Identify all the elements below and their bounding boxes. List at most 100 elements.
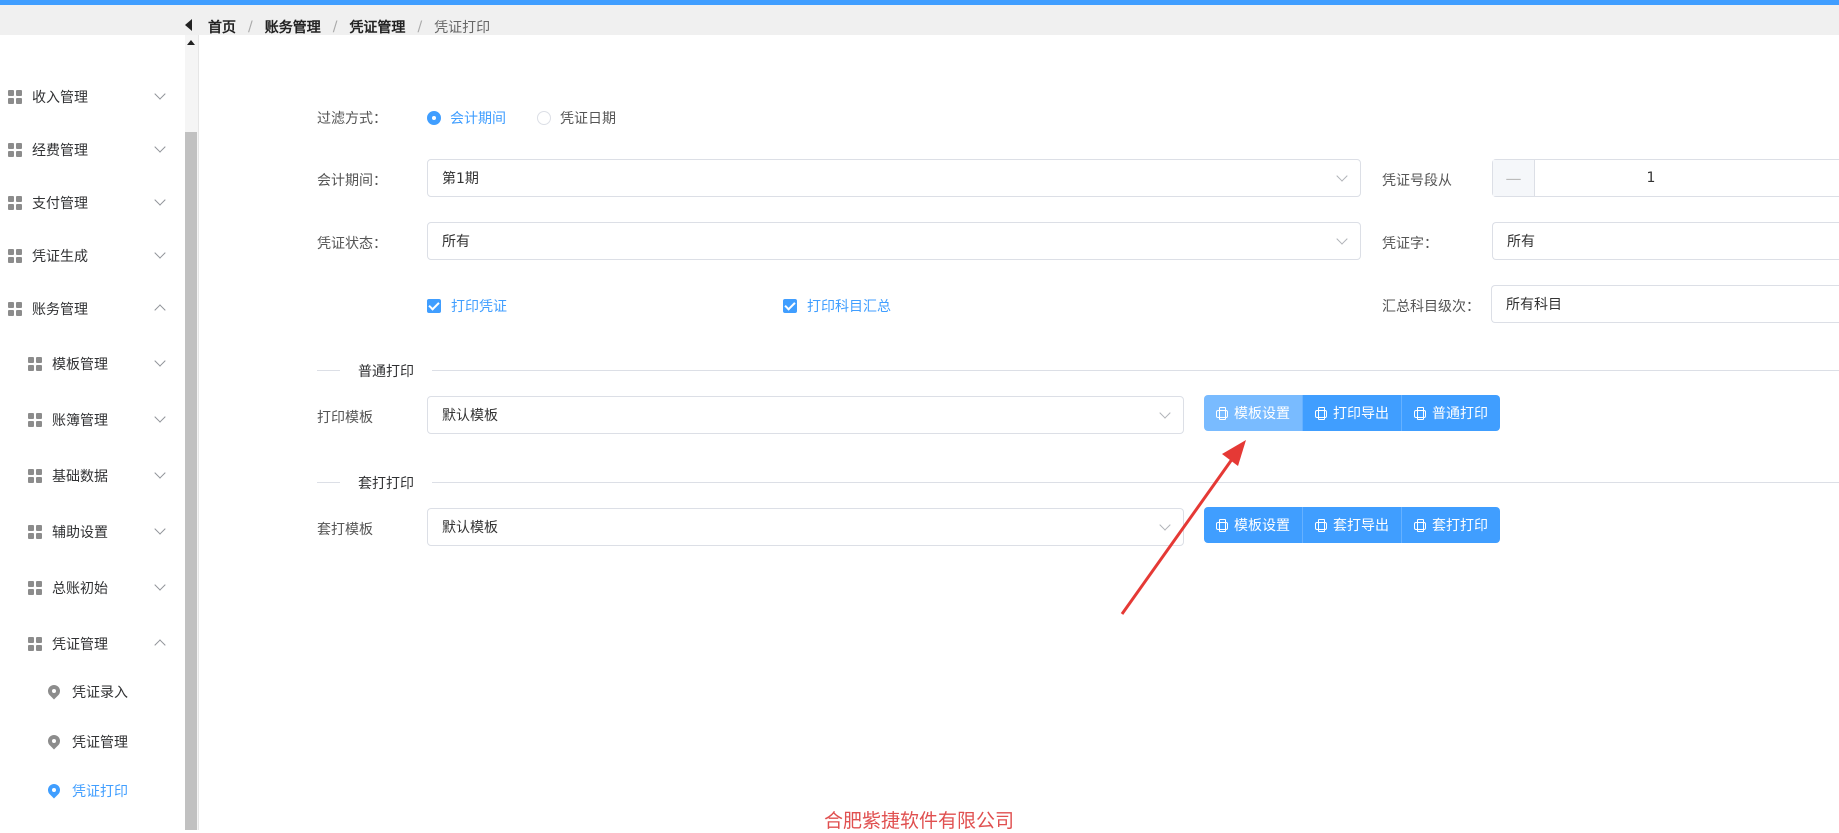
print-export-button[interactable]: 打印导出 bbox=[1303, 395, 1402, 431]
overlay-template-label: 套打模板 bbox=[317, 522, 373, 538]
voucher-no-stepper[interactable]: — 1 bbox=[1492, 159, 1839, 197]
template-setting-button[interactable]: 模板设置 bbox=[1204, 395, 1303, 431]
chevron-down-icon bbox=[154, 467, 166, 479]
select-value: 默认模板 bbox=[442, 520, 498, 536]
print-summary-checkbox[interactable]: 打印科目汇总 bbox=[783, 296, 891, 316]
arrow-shaft bbox=[1120, 447, 1242, 615]
sidebar-item-voucher-entry[interactable]: 凭证录入 bbox=[0, 672, 180, 712]
arrow-head bbox=[1222, 440, 1246, 466]
printer-icon bbox=[1414, 519, 1426, 532]
period-select[interactable]: 第1期 bbox=[427, 159, 1361, 197]
overlay-print-button[interactable]: 套打打印 bbox=[1402, 507, 1500, 543]
sidebar-item-label: 账务管理 bbox=[32, 302, 88, 318]
voucher-no-label: 凭证号段从 bbox=[1382, 173, 1452, 189]
grid-icon bbox=[8, 196, 22, 210]
grid-icon bbox=[28, 581, 42, 595]
breadcrumb-accounting[interactable]: 账务管理 bbox=[265, 17, 321, 37]
printer-icon bbox=[1216, 407, 1228, 420]
print-voucher-checkbox[interactable]: 打印凭证 bbox=[427, 296, 507, 316]
select-value: 默认模板 bbox=[442, 408, 498, 424]
chevron-down-icon bbox=[154, 411, 166, 423]
sidebar-item-label: 凭证管理 bbox=[72, 735, 128, 751]
status-select[interactable]: 所有 bbox=[427, 222, 1361, 260]
chevron-down-icon bbox=[154, 141, 166, 153]
collapse-sidebar-icon[interactable] bbox=[185, 19, 192, 31]
voucher-word-label: 凭证字： bbox=[1382, 236, 1438, 252]
breadcrumb-separator: / bbox=[248, 19, 253, 35]
breadcrumb-home[interactable]: 首页 bbox=[208, 17, 236, 37]
decrement-button[interactable]: — bbox=[1493, 160, 1535, 196]
voucher-word-select[interactable]: 所有 bbox=[1492, 222, 1839, 260]
period-label: 会计期间： bbox=[317, 173, 387, 189]
print-template-select[interactable]: 默认模板 bbox=[427, 396, 1184, 434]
sidebar-item-label: 凭证管理 bbox=[52, 637, 108, 653]
printer-icon bbox=[1414, 407, 1426, 420]
chevron-down-icon bbox=[154, 579, 166, 591]
summary-level-label: 汇总科目级次： bbox=[1382, 299, 1480, 315]
overlay-template-select[interactable]: 默认模板 bbox=[427, 508, 1184, 546]
grid-icon bbox=[8, 90, 22, 104]
grid-icon bbox=[28, 357, 42, 371]
breadcrumb: 首页 / 账务管理 / 凭证管理 / 凭证打印 bbox=[208, 17, 490, 37]
chevron-down-icon bbox=[154, 194, 166, 206]
chevron-down-icon bbox=[1336, 233, 1348, 245]
overlay-export-button[interactable]: 套打导出 bbox=[1303, 507, 1402, 543]
checkbox-checked-icon bbox=[427, 299, 441, 313]
sidebar-item-ledger-mgmt[interactable]: 账簿管理 bbox=[0, 400, 180, 440]
sidebar-item-label: 经费管理 bbox=[32, 143, 88, 159]
grid-icon bbox=[8, 249, 22, 263]
filter-mode-label: 过滤方式： bbox=[317, 111, 387, 127]
select-value: 第1期 bbox=[442, 171, 479, 187]
voucher-no-value[interactable]: 1 bbox=[1535, 170, 1839, 186]
filter-radio-date[interactable]: 凭证日期 bbox=[537, 108, 616, 128]
sidebar-item-payment[interactable]: 支付管理 bbox=[0, 183, 180, 223]
sidebar-item-gl-init[interactable]: 总账初始 bbox=[0, 568, 180, 608]
overlay-print-title: 套打打印 bbox=[340, 473, 432, 493]
select-value: 所有 bbox=[1507, 234, 1535, 250]
button-label: 打印导出 bbox=[1333, 406, 1389, 422]
company-footer: 合肥紫捷软件有限公司 bbox=[824, 810, 1015, 832]
sidebar-item-voucher-manage[interactable]: 凭证管理 bbox=[0, 722, 180, 762]
sidebar-item-label: 凭证打印 bbox=[72, 784, 128, 800]
sidebar-item-aux-settings[interactable]: 辅助设置 bbox=[0, 512, 180, 552]
select-value: 所有 bbox=[442, 234, 470, 250]
radio-label: 凭证日期 bbox=[560, 111, 616, 127]
sidebar-item-voucher-mgmt[interactable]: 凭证管理 bbox=[0, 624, 180, 664]
sidebar-item-voucher-gen[interactable]: 凭证生成 bbox=[0, 236, 180, 276]
chevron-down-icon bbox=[1159, 407, 1171, 419]
sidebar-item-accounting[interactable]: 账务管理 bbox=[0, 289, 180, 329]
annotation-arrow bbox=[1120, 440, 1246, 615]
checkbox-label: 打印凭证 bbox=[451, 299, 507, 315]
checkbox-label: 打印科目汇总 bbox=[807, 299, 891, 315]
sidebar-item-voucher-print[interactable]: 凭证打印 bbox=[0, 771, 180, 811]
grid-icon bbox=[28, 413, 42, 427]
grid-icon bbox=[28, 637, 42, 651]
button-label: 套打导出 bbox=[1333, 518, 1389, 534]
filter-radio-period[interactable]: 会计期间 bbox=[427, 108, 506, 128]
summary-level-select[interactable]: 所有科目 bbox=[1491, 285, 1839, 323]
normal-print-button[interactable]: 普通打印 bbox=[1402, 395, 1500, 431]
sidebar: 收入管理 经费管理 支付管理 凭证生成 账务管理 模板管理 账簿管理 基础数据 bbox=[0, 35, 185, 830]
sidebar-item-label: 基础数据 bbox=[52, 469, 108, 485]
button-label: 套打打印 bbox=[1432, 518, 1488, 534]
location-pin-icon bbox=[48, 685, 60, 699]
location-pin-icon bbox=[48, 784, 60, 798]
sidebar-item-template-mgmt[interactable]: 模板管理 bbox=[0, 344, 180, 384]
sidebar-item-label: 辅助设置 bbox=[52, 525, 108, 541]
normal-print-divider bbox=[317, 370, 1839, 371]
sidebar-item-basic-data[interactable]: 基础数据 bbox=[0, 456, 180, 496]
sidebar-item-income[interactable]: 收入管理 bbox=[0, 77, 180, 117]
chevron-down-icon bbox=[154, 247, 166, 259]
printer-icon bbox=[1315, 407, 1327, 420]
grid-icon bbox=[8, 302, 22, 316]
sidebar-item-label: 账簿管理 bbox=[52, 413, 108, 429]
printer-icon bbox=[1315, 519, 1327, 532]
breadcrumb-voucher-mgmt[interactable]: 凭证管理 bbox=[349, 17, 405, 37]
radio-dot bbox=[427, 111, 441, 125]
sidebar-item-funds[interactable]: 经费管理 bbox=[0, 130, 180, 170]
radio-dot bbox=[537, 111, 551, 125]
content-divider bbox=[198, 35, 199, 830]
sidebar-scrollbar-thumb[interactable] bbox=[185, 132, 197, 830]
scroll-up-arrow-icon[interactable] bbox=[187, 40, 195, 45]
grid-icon bbox=[28, 525, 42, 539]
